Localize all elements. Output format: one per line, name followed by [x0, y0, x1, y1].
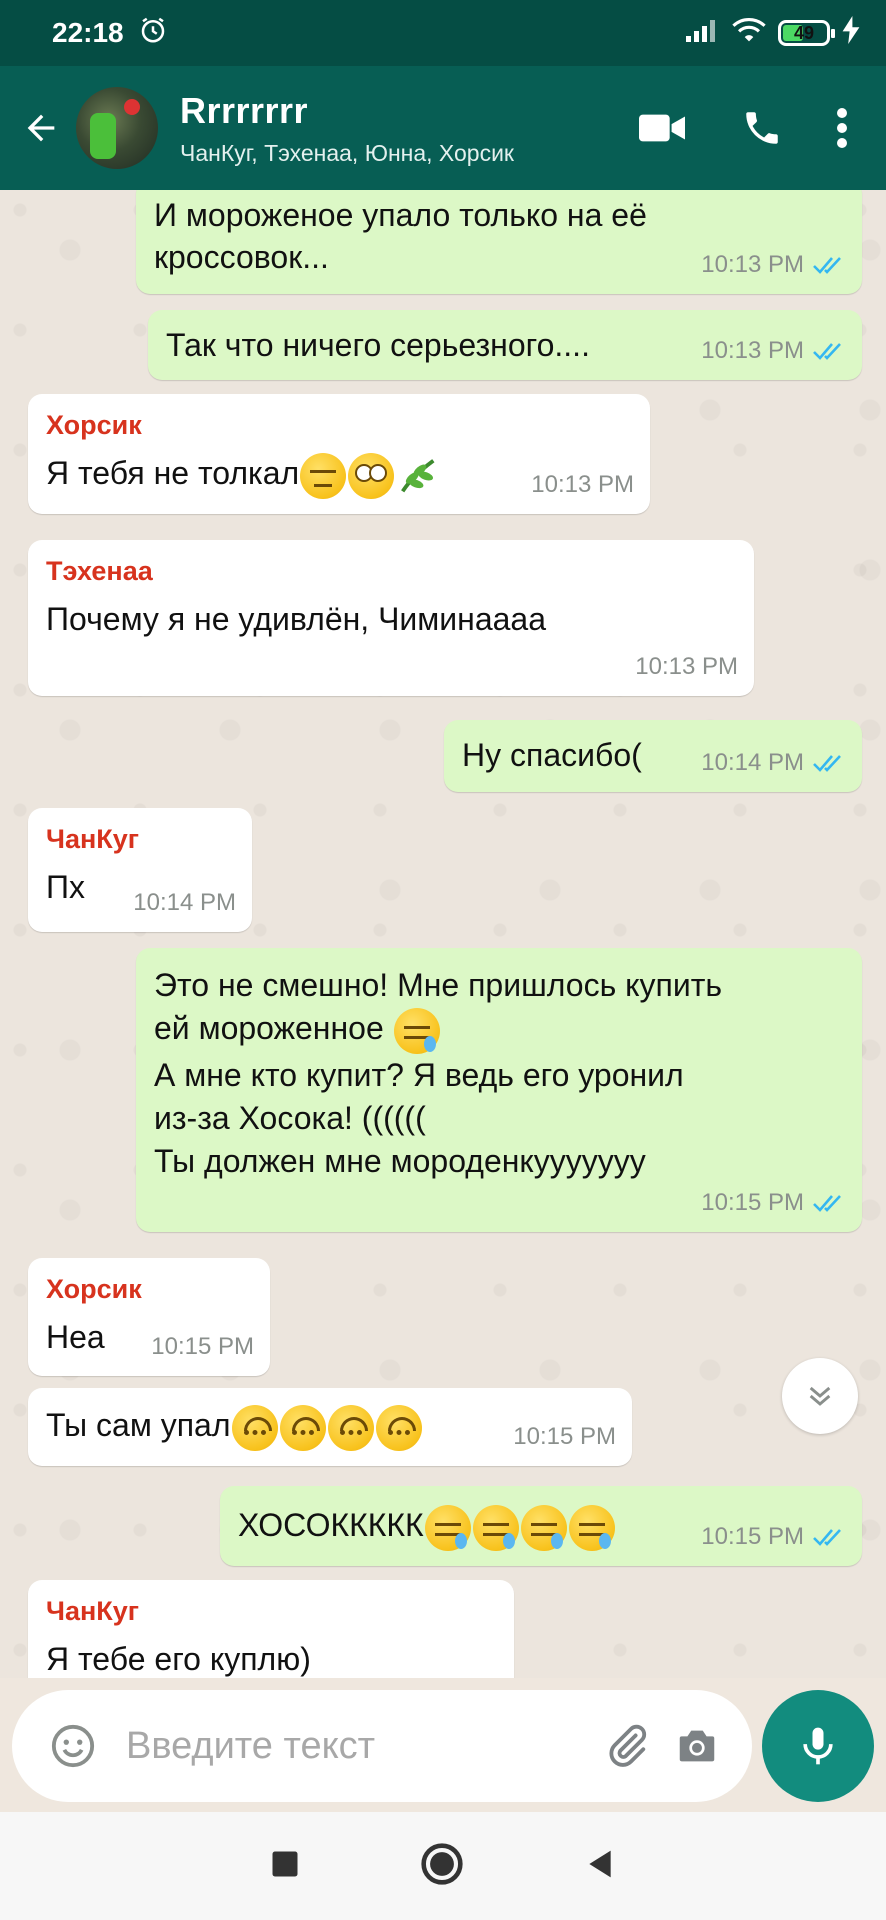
message-time: 10:15 PM: [151, 1333, 254, 1360]
message-outgoing[interactable]: Так что ничего серьезного.... 10:13 PM: [148, 310, 862, 380]
upside-down-face-icon: [279, 1404, 326, 1451]
message-incoming[interactable]: ЧанКуг Пх 10:14 PM: [28, 808, 252, 932]
message-text: Это не смешно! Мне пришлось купить ей мо…: [154, 967, 723, 1179]
microphone-icon: [803, 1727, 833, 1765]
chat-title-block[interactable]: Rrrrrrrr ЧанКуг, Тэхенаа, Юнна, Хорсик: [180, 90, 612, 167]
message-incoming[interactable]: Ты сам упал 10:15 PM: [28, 1388, 632, 1466]
message-time: 10:13 PM: [701, 251, 804, 278]
scroll-to-bottom-button[interactable]: [782, 1358, 858, 1434]
back-arrow-icon: [27, 114, 55, 142]
chat-participants: ЧанКуг, Тэхенаа, Юнна, Хорсик: [180, 139, 514, 166]
charging-icon: [842, 15, 860, 51]
message-time: 10:14 PM: [133, 889, 236, 916]
battery-level: 49: [793, 22, 815, 43]
sleepy-face-icon: [472, 1504, 519, 1551]
message-time: 10:13 PM: [635, 653, 738, 680]
message-time: 10:13 PM: [531, 471, 634, 498]
signal-icon: [686, 17, 720, 49]
message-input[interactable]: Введите текст: [126, 1725, 592, 1768]
upside-down-face-icon: [327, 1404, 374, 1451]
eye-roll-face-icon: [348, 452, 395, 499]
system-nav-bar: [0, 1812, 886, 1920]
battery-icon: 49: [778, 20, 835, 46]
expressionless-face-icon: [300, 452, 347, 499]
status-bar: 22:18 49: [0, 0, 886, 66]
home-button[interactable]: [420, 1842, 464, 1891]
sleepy-face-icon: [393, 1007, 440, 1054]
read-ticks-icon: [813, 343, 841, 360]
attach-button[interactable]: [592, 1711, 662, 1781]
message-outgoing[interactable]: И мороженое упало только на её кроссовок.…: [136, 190, 862, 294]
wifi-icon: [732, 17, 766, 50]
message-composer: Введите текст: [12, 1690, 752, 1802]
group-avatar[interactable]: [76, 87, 158, 169]
message-time: 10:15 PM: [701, 1523, 804, 1550]
camera-button[interactable]: [662, 1711, 732, 1781]
kebab-menu-icon: [837, 108, 847, 148]
alarm-icon: [138, 15, 168, 52]
triangle-back-icon: [589, 1850, 611, 1877]
message-time: 10:13 PM: [701, 337, 804, 364]
message-time: 10:15 PM: [701, 1189, 804, 1216]
read-ticks-icon: [813, 1529, 841, 1546]
camera-icon: [679, 1730, 715, 1762]
message-outgoing[interactable]: ХОСОККККК 10:15 PM: [220, 1486, 862, 1566]
read-ticks-icon: [813, 755, 841, 772]
chat-header: Rrrrrrrr ЧанКуг, Тэхенаа, Юнна, Хорсик: [0, 66, 886, 190]
read-ticks-icon: [813, 1194, 841, 1212]
back-button[interactable]: [6, 66, 76, 190]
upside-down-face-icon: [231, 1404, 278, 1451]
message-incoming[interactable]: Тэхенаа Почему я не удивлён, Чиминаааа 1…: [28, 540, 754, 696]
voice-call-button[interactable]: [712, 78, 812, 178]
phone-icon: [746, 112, 778, 144]
voice-record-button[interactable]: [762, 1690, 874, 1802]
read-ticks-icon: [813, 257, 841, 274]
message-incoming[interactable]: Хорсик Я тебя не толкал 10:13 PM: [28, 394, 650, 514]
message-outgoing[interactable]: Ну спасибо( 10:14 PM: [444, 720, 862, 792]
upside-down-face-icon: [375, 1404, 422, 1451]
more-options-button[interactable]: [812, 78, 872, 178]
message-time: 10:16 PM: [395, 1670, 498, 1678]
sender-name: ЧанКуг: [46, 1596, 140, 1626]
sleepy-face-icon: [568, 1504, 615, 1551]
status-time: 22:18: [52, 17, 124, 48]
sleepy-face-icon: [424, 1504, 471, 1551]
square-icon: [272, 1851, 298, 1876]
recents-button[interactable]: [270, 1849, 300, 1884]
message-outgoing[interactable]: Это не смешно! Мне пришлось купить ей мо…: [136, 948, 862, 1232]
sender-name: Хорсик: [46, 1274, 142, 1304]
sender-name: Тэхенаа: [46, 556, 153, 586]
message-time: 10:15 PM: [513, 1423, 616, 1450]
smiley-icon: [51, 1724, 95, 1768]
sender-name: ЧанКуг: [46, 824, 140, 854]
circle-icon: [421, 1842, 463, 1885]
double-chevron-down-icon: [809, 1386, 831, 1406]
sleepy-face-icon: [520, 1504, 567, 1551]
video-camera-icon: [639, 114, 685, 142]
message-list[interactable]: И мороженое упало только на её кроссовок.…: [0, 190, 886, 1678]
message-incoming[interactable]: Хорсик Неа 10:15 PM: [28, 1258, 270, 1376]
paperclip-icon: [609, 1724, 647, 1767]
message-time: 10:14 PM: [701, 749, 804, 776]
chat-title: Rrrrrrrr: [180, 89, 309, 131]
back-nav-button[interactable]: [584, 1848, 616, 1885]
herb-icon: [401, 458, 435, 492]
video-call-button[interactable]: [612, 78, 712, 178]
message-incoming[interactable]: ЧанКуг Я тебе его куплю) 10:16 PM: [28, 1580, 514, 1678]
emoji-button[interactable]: [38, 1711, 108, 1781]
sender-name: Хорсик: [46, 410, 142, 440]
message-text: Почему я не удивлён, Чиминаааа: [46, 601, 546, 637]
